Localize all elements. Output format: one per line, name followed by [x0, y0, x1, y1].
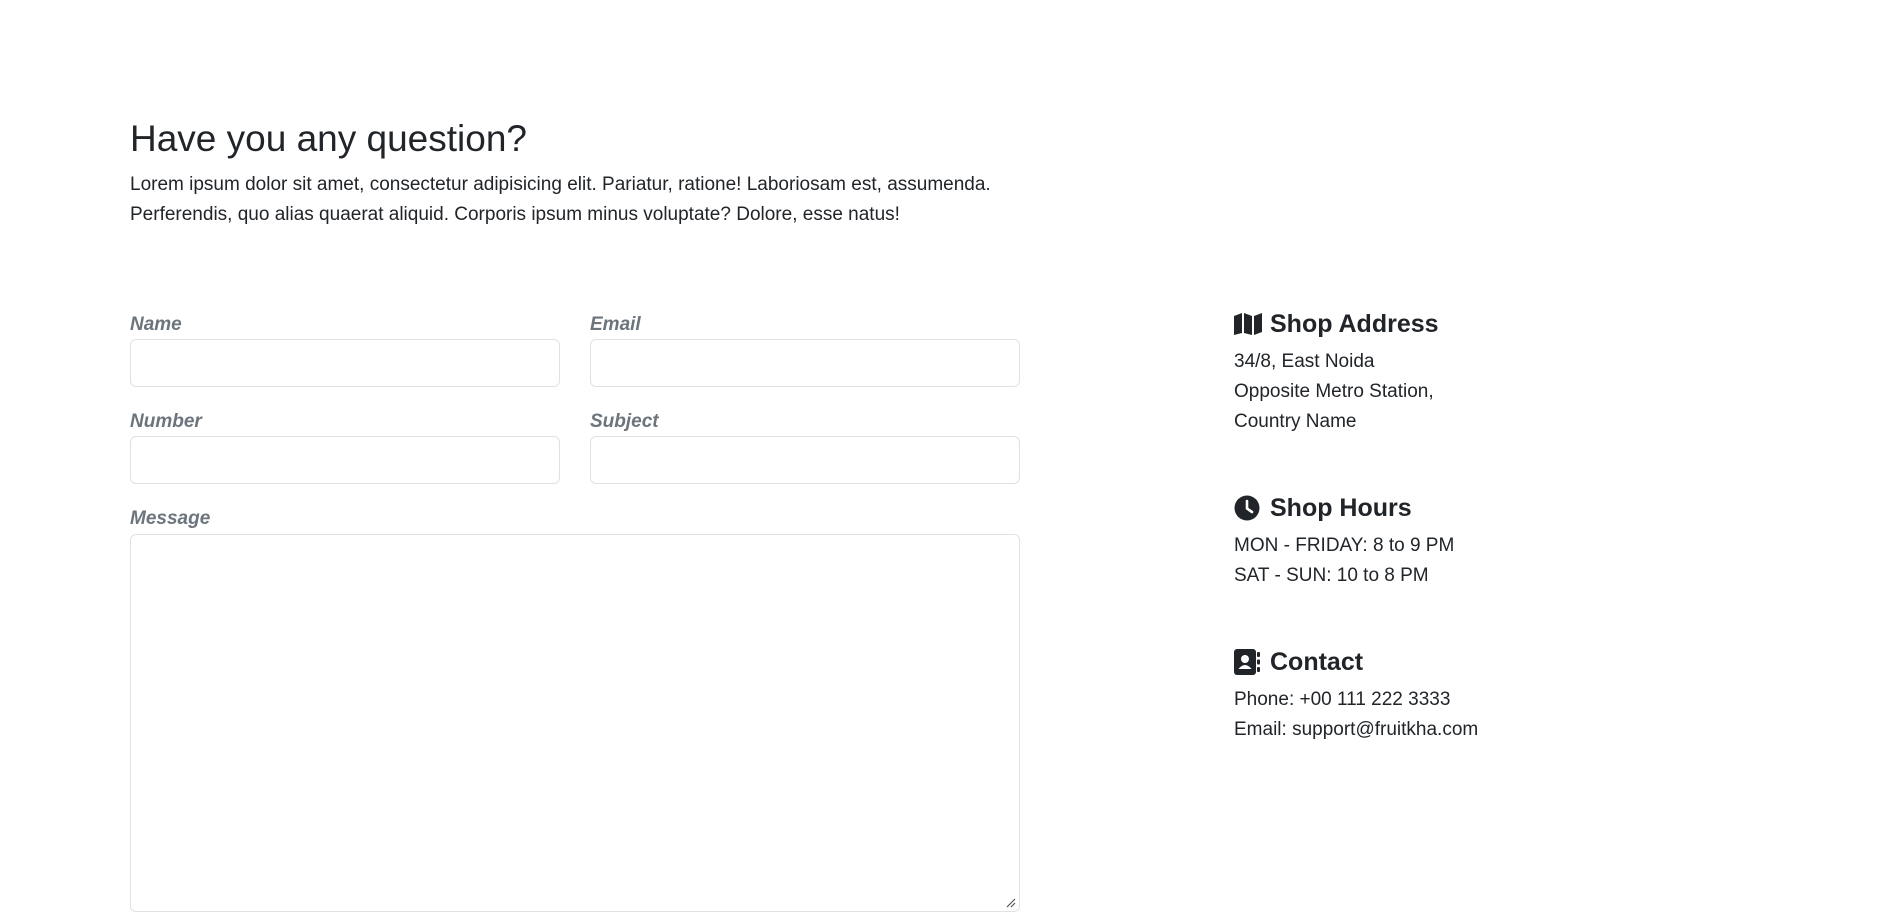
shop-hours-section: Shop Hours MON - FRIDAY: 8 to 9 PM SAT -… [1234, 492, 1454, 591]
page-title: Have you any question? [130, 118, 527, 159]
address-line: Opposite Metro Station, [1234, 381, 1434, 402]
email-line: Email: support@fruitkha.com [1234, 719, 1479, 740]
address-line: 34/8, East Noida [1234, 351, 1375, 372]
address-book-icon [1234, 648, 1264, 676]
shop-hours-lines: MON - FRIDAY: 8 to 9 PM SAT - SUN: 10 to… [1234, 531, 1454, 591]
shop-hours-title: Shop Hours [1270, 494, 1412, 522]
message-textarea[interactable] [130, 534, 1020, 912]
shop-address-lines: 34/8, East Noida Opposite Metro Station,… [1234, 347, 1439, 437]
phone-line: Phone: +00 111 222 3333 [1234, 689, 1451, 710]
shop-hours-heading: Shop Hours [1234, 492, 1454, 524]
subject-label: Subject [590, 411, 659, 432]
contact-lines: Phone: +00 111 222 3333 Email: support@f… [1234, 685, 1478, 745]
message-label: Message [130, 508, 211, 529]
subject-input[interactable] [590, 436, 1020, 484]
shop-address-heading: Shop Address [1234, 308, 1439, 340]
clock-icon [1234, 494, 1264, 522]
email-label: Email [590, 314, 641, 335]
number-label: Number [130, 411, 202, 432]
name-label: Name [130, 314, 182, 335]
contact-section: Contact Phone: +00 111 222 3333 Email: s… [1234, 646, 1478, 745]
hours-line: MON - FRIDAY: 8 to 9 PM [1234, 535, 1455, 556]
shop-address-section: Shop Address 34/8, East Noida Opposite M… [1234, 308, 1439, 437]
shop-address-title: Shop Address [1270, 310, 1439, 338]
resize-handle-icon[interactable] [1006, 898, 1016, 908]
contact-title: Contact [1270, 648, 1364, 676]
name-input[interactable] [130, 339, 560, 387]
intro-text: Lorem ipsum dolor sit amet, consectetur … [130, 174, 991, 225]
email-input[interactable] [590, 339, 1020, 387]
number-input[interactable] [130, 436, 560, 484]
address-line: Country Name [1234, 411, 1357, 432]
contact-heading: Contact [1234, 646, 1478, 678]
hours-line: SAT - SUN: 10 to 8 PM [1234, 565, 1429, 586]
map-icon [1234, 310, 1264, 338]
